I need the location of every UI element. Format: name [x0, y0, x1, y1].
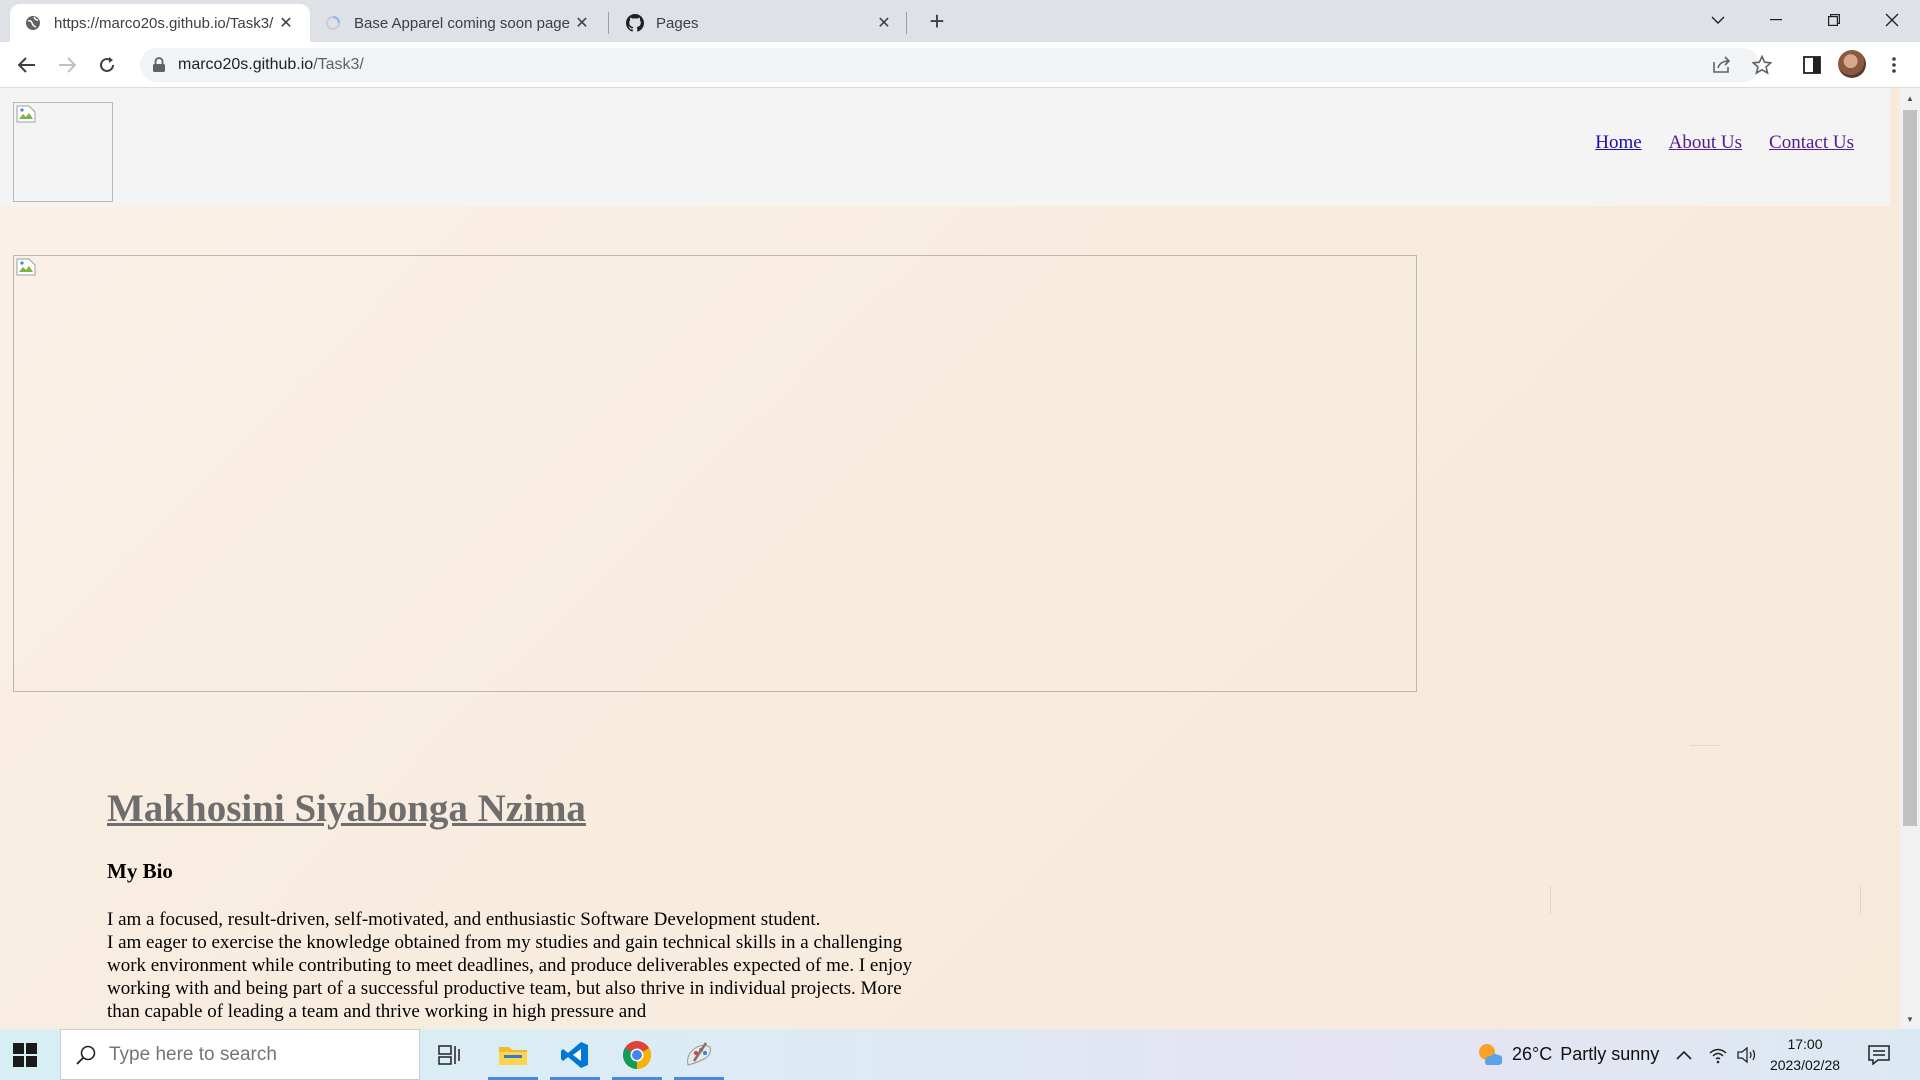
hero-image-broken — [13, 255, 1417, 692]
close-tab-icon[interactable]: ✕ — [572, 13, 592, 33]
lock-icon — [153, 57, 165, 72]
menu-kebab-icon[interactable] — [1878, 49, 1910, 81]
network-icon[interactable] — [1708, 1029, 1728, 1080]
windows-start-icon[interactable] — [12, 1042, 48, 1068]
broken-image-icon — [16, 258, 36, 276]
site-nav: Home About Us Contact Us — [1595, 132, 1854, 154]
tab-base-apparel[interactable]: Base Apparel coming soon page ✕ — [310, 4, 606, 42]
new-tab-button[interactable]: + — [922, 6, 952, 36]
tab-separator — [608, 12, 609, 34]
bookmark-star-icon[interactable] — [1746, 49, 1778, 81]
vscode-icon[interactable] — [546, 1029, 604, 1080]
back-button[interactable] — [11, 49, 43, 81]
divider — [1860, 886, 1861, 914]
scroll-up-arrow-icon[interactable]: ▲ — [1900, 90, 1920, 106]
github-icon — [626, 14, 644, 32]
weather-temp: 26°C — [1512, 1044, 1553, 1064]
name-heading[interactable]: Makhosini Siyabonga Nzima — [107, 787, 927, 831]
search-icon — [76, 1045, 96, 1065]
side-panel-icon[interactable] — [1796, 49, 1828, 81]
bio-section: Makhosini Siyabonga Nzima My Bio I am a … — [107, 787, 927, 1023]
nav-link-about-us[interactable]: About Us — [1669, 132, 1742, 154]
broken-image-icon — [16, 105, 36, 123]
tab-pages[interactable]: Pages ✕ — [612, 4, 908, 42]
forward-button[interactable] — [51, 49, 83, 81]
bio-heading: My Bio — [107, 858, 173, 883]
windows-taskbar: 26°C Partly sunny 17:00 2023/02/28 — [0, 1029, 1920, 1080]
taskbar-search-input[interactable] — [109, 1043, 389, 1066]
nav-link-contact-us[interactable]: Contact Us — [1769, 132, 1854, 154]
clock-time: 17:00 — [1787, 1036, 1823, 1052]
url-text: marco20s.github.io/Task3/ — [178, 56, 364, 74]
site-header: Home About Us Contact Us — [0, 88, 1890, 206]
bio-line: I am a focused, result-driven, self-moti… — [107, 908, 821, 930]
scroll-down-arrow-icon[interactable]: ▼ — [1900, 1011, 1920, 1027]
taskbar-clock[interactable]: 17:00 2023/02/28 — [1760, 1034, 1850, 1076]
chrome-icon[interactable] — [608, 1029, 666, 1080]
weather-widget[interactable]: 26°C Partly sunny — [1476, 1029, 1659, 1080]
partly-sunny-icon — [1479, 1043, 1503, 1065]
tab-title: Pages — [656, 14, 699, 32]
browser-toolbar: marco20s.github.io/Task3/ — [0, 42, 1920, 88]
nav-link-home[interactable]: Home — [1595, 132, 1641, 154]
close-tab-icon[interactable]: ✕ — [276, 13, 296, 33]
notifications-icon[interactable] — [1868, 1029, 1890, 1080]
tab-separator — [906, 12, 907, 34]
address-bar[interactable]: marco20s.github.io/Task3/ — [140, 48, 1760, 82]
file-explorer-icon[interactable] — [484, 1029, 542, 1080]
divider — [1690, 745, 1720, 746]
loading-icon — [324, 14, 342, 32]
globe-icon — [24, 14, 42, 32]
share-icon[interactable] — [1706, 49, 1738, 81]
close-window-button[interactable] — [1864, 0, 1920, 40]
taskbar-search[interactable] — [60, 1029, 420, 1080]
task-view-icon[interactable] — [420, 1029, 478, 1080]
page-viewport: Home About Us Contact Us Makhosini Siyab… — [0, 88, 1900, 1029]
url-host: marco20s.github.io — [178, 56, 314, 73]
divider — [1550, 886, 1551, 914]
restore-button[interactable] — [1806, 0, 1862, 40]
logo-image-broken — [13, 102, 113, 202]
bio-line: I am eager to exercise the knowledge obt… — [107, 931, 913, 1022]
show-hidden-icons-chevron-icon[interactable] — [1676, 1029, 1692, 1080]
bio-text: I am a focused, result-driven, self-moti… — [107, 908, 927, 1023]
clock-date: 2023/02/28 — [1769, 1057, 1841, 1073]
weather-condition: Partly sunny — [1560, 1044, 1660, 1064]
tab-task3[interactable]: https://marco20s.github.io/Task3/ ✕ — [10, 4, 310, 42]
volume-icon[interactable] — [1736, 1029, 1758, 1080]
reload-button[interactable] — [91, 49, 123, 81]
tab-title: https://marco20s.github.io/Task3/ — [54, 14, 274, 32]
profile-avatar[interactable] — [1838, 50, 1866, 78]
tab-strip: https://marco20s.github.io/Task3/ ✕ Base… — [0, 0, 1920, 42]
tab-title: Base Apparel coming soon page — [354, 14, 570, 32]
close-tab-icon[interactable]: ✕ — [874, 13, 894, 33]
scrollbar-thumb[interactable] — [1903, 110, 1917, 826]
url-path: /Task3/ — [313, 56, 364, 73]
paint-icon[interactable] — [670, 1029, 728, 1080]
tab-search-chevron-icon[interactable] — [1690, 0, 1746, 40]
page-scrollbar[interactable]: ▲ ▼ — [1900, 88, 1920, 1029]
minimize-button[interactable] — [1748, 0, 1804, 40]
